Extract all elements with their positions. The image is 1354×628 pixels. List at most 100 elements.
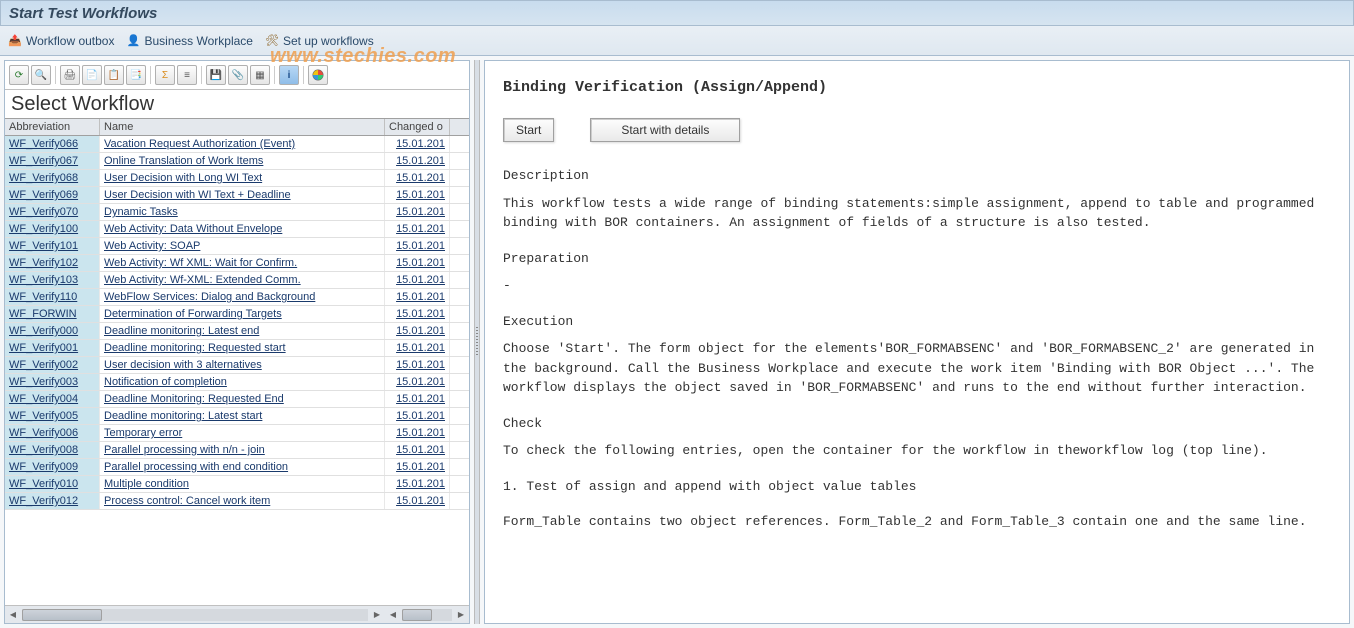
workflow-outbox-link[interactable]: 📤 Workflow outbox [8,34,114,48]
attach-icon[interactable]: 📎 [228,65,248,85]
cell-name[interactable]: Parallel processing with end condition [100,459,385,475]
scroll-thumb[interactable] [22,609,102,621]
col-changed-on[interactable]: Changed o [385,119,450,135]
table-row[interactable]: WF_Verify067Online Translation of Work I… [5,153,469,170]
table-row[interactable]: WF_Verify005Deadline monitoring: Latest … [5,408,469,425]
cell-abbreviation[interactable]: WF_Verify010 [5,476,100,492]
cell-abbreviation[interactable]: WF_Verify100 [5,221,100,237]
cell-abbreviation[interactable]: WF_Verify004 [5,391,100,407]
cell-date[interactable]: 15.01.201 [385,340,450,356]
cell-name[interactable]: User Decision with WI Text + Deadline [100,187,385,203]
cell-abbreviation[interactable]: WF_Verify110 [5,289,100,305]
table-row[interactable]: WF_Verify068User Decision with Long WI T… [5,170,469,187]
cell-name[interactable]: Deadline Monitoring: Requested End [100,391,385,407]
cell-abbreviation[interactable]: WF_Verify003 [5,374,100,390]
cell-abbreviation[interactable]: WF_Verify002 [5,357,100,373]
cell-abbreviation[interactable]: WF_Verify005 [5,408,100,424]
hscroll-left[interactable]: ◀ ▶ [5,605,385,623]
cell-abbreviation[interactable]: WF_Verify008 [5,442,100,458]
cell-date[interactable]: 15.01.201 [385,289,450,305]
cell-name[interactable]: User decision with 3 alternatives [100,357,385,373]
cell-date[interactable]: 15.01.201 [385,238,450,254]
cell-abbreviation[interactable]: WF_Verify070 [5,204,100,220]
table-row[interactable]: WF_Verify012Process control: Cancel work… [5,493,469,510]
cell-name[interactable]: Web Activity: SOAP [100,238,385,254]
cell-date[interactable]: 15.01.201 [385,204,450,220]
table-row[interactable]: WF_Verify102Web Activity: Wf XML: Wait f… [5,255,469,272]
cell-date[interactable]: 15.01.201 [385,323,450,339]
cell-abbreviation[interactable]: WF_Verify009 [5,459,100,475]
cell-name[interactable]: Deadline monitoring: Latest end [100,323,385,339]
start-with-details-button[interactable]: Start with details [590,118,740,142]
cell-abbreviation[interactable]: WF_Verify012 [5,493,100,509]
cell-abbreviation[interactable]: WF_Verify103 [5,272,100,288]
chart-icon[interactable] [308,65,328,85]
table-row[interactable]: WF_Verify100Web Activity: Data Without E… [5,221,469,238]
cell-name[interactable]: Dynamic Tasks [100,204,385,220]
cell-name[interactable]: Deadline monitoring: Requested start [100,340,385,356]
start-button[interactable]: Start [503,118,554,142]
cell-name[interactable]: Multiple condition [100,476,385,492]
vertical-splitter[interactable] [474,60,480,624]
scroll-track[interactable] [22,609,368,621]
table-row[interactable]: WF_Verify070Dynamic Tasks15.01.201 [5,204,469,221]
scroll-track[interactable] [402,609,452,621]
cell-date[interactable]: 15.01.201 [385,408,450,424]
cell-abbreviation[interactable]: WF_Verify000 [5,323,100,339]
table-row[interactable]: WF_Verify009Parallel processing with end… [5,459,469,476]
refresh-icon[interactable]: ⟳ [9,65,29,85]
cell-name[interactable]: Web Activity: Data Without Envelope [100,221,385,237]
details-icon[interactable]: 🔍 [31,65,51,85]
cell-name[interactable]: Determination of Forwarding Targets [100,306,385,322]
scroll-right-icon[interactable]: ▶ [369,607,385,623]
cell-abbreviation[interactable]: WF_Verify067 [5,153,100,169]
scroll-right-icon[interactable]: ▶ [453,607,469,623]
sum-icon[interactable]: Σ [155,65,175,85]
cell-abbreviation[interactable]: WF_Verify006 [5,425,100,441]
cell-date[interactable]: 15.01.201 [385,170,450,186]
sort-desc-icon[interactable]: 📑 [126,65,146,85]
cell-date[interactable]: 15.01.201 [385,306,450,322]
sort-asc-icon[interactable]: 📋 [104,65,124,85]
cell-date[interactable]: 15.01.201 [385,221,450,237]
cell-date[interactable]: 15.01.201 [385,374,450,390]
cell-date[interactable]: 15.01.201 [385,153,450,169]
cell-abbreviation[interactable]: WF_Verify066 [5,136,100,152]
table-row[interactable]: WF_Verify103Web Activity: Wf-XML: Extend… [5,272,469,289]
business-workplace-link[interactable]: 👤 Business Workplace [126,34,253,48]
cell-date[interactable]: 15.01.201 [385,493,450,509]
cell-name[interactable]: Web Activity: Wf-XML: Extended Comm. [100,272,385,288]
cell-name[interactable]: Parallel processing with n/n - join [100,442,385,458]
col-abbreviation[interactable]: Abbreviation [5,119,100,135]
cell-name[interactable]: Vacation Request Authorization (Event) [100,136,385,152]
cell-abbreviation[interactable]: WF_FORWIN [5,306,100,322]
table-row[interactable]: WF_Verify006Temporary error15.01.201 [5,425,469,442]
cell-date[interactable]: 15.01.201 [385,136,450,152]
table-row[interactable]: WF_Verify003Notification of completion15… [5,374,469,391]
table-row[interactable]: WF_Verify002User decision with 3 alterna… [5,357,469,374]
hscroll-right[interactable]: ◀ ▶ [385,605,469,623]
cell-abbreviation[interactable]: WF_Verify068 [5,170,100,186]
cell-name[interactable]: Web Activity: Wf XML: Wait for Confirm. [100,255,385,271]
table-row[interactable]: WF_Verify066Vacation Request Authorizati… [5,136,469,153]
scroll-left-icon[interactable]: ◀ [5,607,21,623]
cell-date[interactable]: 15.01.201 [385,442,450,458]
cell-date[interactable]: 15.01.201 [385,272,450,288]
scroll-left-icon[interactable]: ◀ [385,607,401,623]
cell-name[interactable]: User Decision with Long WI Text [100,170,385,186]
cell-date[interactable]: 15.01.201 [385,459,450,475]
table-row[interactable]: WF_Verify000Deadline monitoring: Latest … [5,323,469,340]
cell-name[interactable]: Temporary error [100,425,385,441]
info-icon[interactable]: i [279,65,299,85]
cell-date[interactable]: 15.01.201 [385,476,450,492]
subsum-icon[interactable]: ≡ [177,65,197,85]
cell-name[interactable]: Online Translation of Work Items [100,153,385,169]
cell-abbreviation[interactable]: WF_Verify101 [5,238,100,254]
cell-name[interactable]: Deadline monitoring: Latest start [100,408,385,424]
detail-panel[interactable]: Binding Verification (Assign/Append) Sta… [484,60,1350,624]
table-row[interactable]: WF_Verify101Web Activity: SOAP15.01.201 [5,238,469,255]
cell-name[interactable]: Process control: Cancel work item [100,493,385,509]
setup-workflows-link[interactable]: 🛠 Set up workflows [265,34,374,48]
cell-date[interactable]: 15.01.201 [385,187,450,203]
cell-date[interactable]: 15.01.201 [385,425,450,441]
